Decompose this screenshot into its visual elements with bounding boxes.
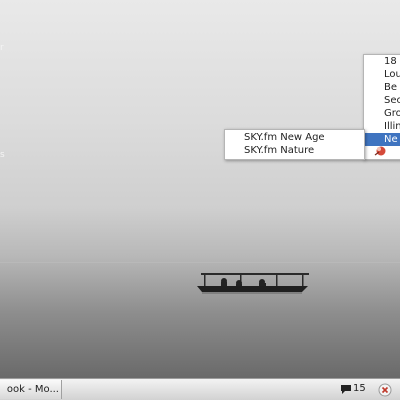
boat-image xyxy=(197,273,309,294)
submenu-item-skyfm-new-age[interactable]: SKY.fm New Age xyxy=(225,131,364,144)
menu-item-gro[interactable]: Gro xyxy=(364,107,400,120)
submenu: SKY.fm New Age SKY.fm Nature xyxy=(224,129,365,160)
menu-item-sec[interactable]: Sec xyxy=(364,94,400,107)
desktop-edge-label-2: s xyxy=(0,150,5,160)
menu-item-lou[interactable]: Lou xyxy=(364,68,400,81)
desktop-wallpaper: r s xyxy=(0,0,400,400)
taskbar: ook - Mo... 15 xyxy=(0,378,400,400)
chat-count: 15 xyxy=(353,383,366,394)
menu-item-be[interactable]: Be xyxy=(364,81,400,94)
tray-chat-indicator[interactable]: 15 xyxy=(340,383,370,397)
app-badge-icon xyxy=(374,146,386,156)
desktop-edge-label-1: r xyxy=(0,43,4,53)
submenu-item-skyfm-nature[interactable]: SKY.fm Nature xyxy=(225,144,364,157)
close-circle-icon[interactable] xyxy=(378,383,392,397)
chat-bubble-icon xyxy=(341,385,351,394)
horizon-line xyxy=(0,262,400,263)
menu-item-illin[interactable]: Illin xyxy=(364,120,400,133)
menu-item-18[interactable]: 18 xyxy=(364,55,400,68)
taskbar-window-button[interactable]: ook - Mo... xyxy=(0,380,62,399)
